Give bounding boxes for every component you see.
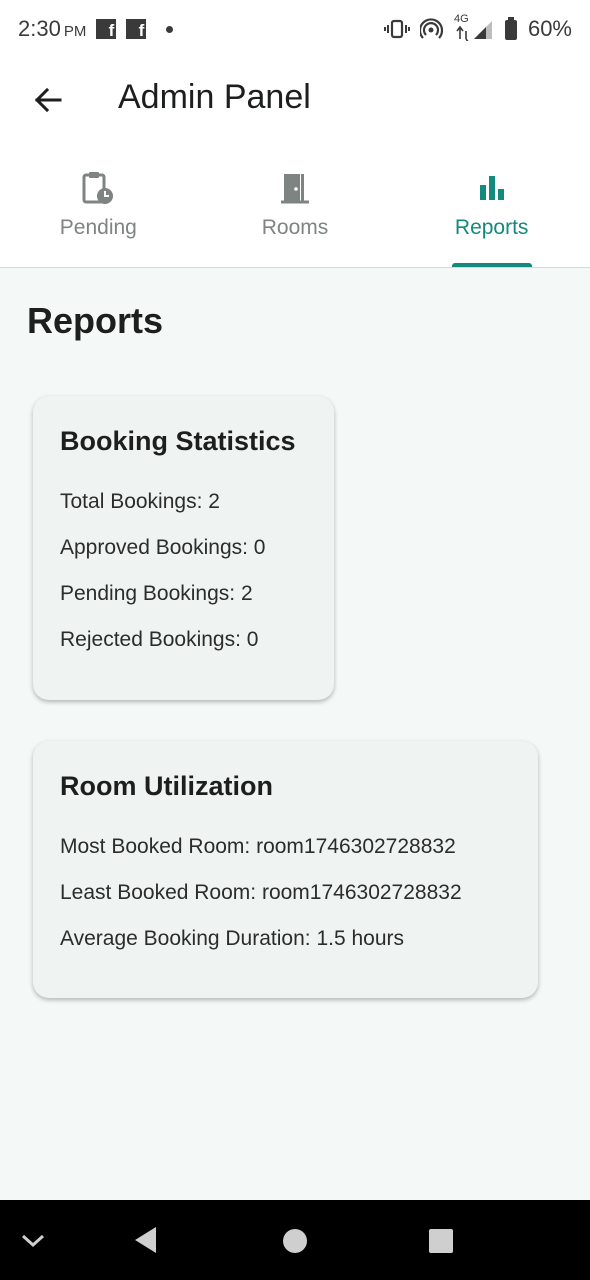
rejected-bookings: Rejected Bookings: 0 <box>60 628 259 651</box>
card-title: Room Utilization <box>60 771 273 801</box>
battery-icon <box>504 17 518 41</box>
system-navigation-bar <box>0 1200 590 1280</box>
status-time: 2:30 PM <box>18 16 86 42</box>
average-booking-duration: Average Booking Duration: 1.5 hours <box>60 927 404 950</box>
back-button[interactable] <box>28 80 68 120</box>
tab-rooms[interactable]: Rooms <box>197 142 394 267</box>
pending-bookings: Pending Bookings: 2 <box>60 582 253 605</box>
hotspot-icon <box>419 17 444 41</box>
nav-home-button[interactable] <box>278 1224 312 1258</box>
square-recents-icon <box>429 1229 453 1253</box>
arrow-left-icon <box>34 87 62 113</box>
door-icon <box>279 170 311 206</box>
total-bookings: Total Bookings: 2 <box>60 490 220 513</box>
most-booked-room: Most Booked Room: room1746302728832 <box>60 835 456 858</box>
chevron-down-icon <box>21 1234 45 1248</box>
vibrate-icon <box>383 18 410 40</box>
network-type: 4G <box>453 13 469 25</box>
nav-collapse-button[interactable] <box>18 1226 48 1256</box>
app-bar: Admin Panel <box>0 58 590 142</box>
room-utilization-card: Room Utilization Most Booked Room: room1… <box>33 741 538 998</box>
page-title: Reports <box>27 300 164 341</box>
tab-bar: Pending Rooms Reports <box>0 142 590 268</box>
tab-reports-label: Reports <box>454 216 529 239</box>
triangle-back-icon <box>135 1227 156 1253</box>
status-time-value: 2:30 <box>18 16 61 41</box>
status-ampm: PM <box>63 23 87 40</box>
approved-bookings: Approved Bookings: 0 <box>60 536 266 559</box>
facebook-notification-icon: f <box>96 19 117 39</box>
circle-home-icon <box>283 1229 307 1253</box>
booking-statistics-card: Booking Statistics Total Bookings: 2 App… <box>33 396 334 700</box>
tab-pending-label: Pending <box>59 216 137 239</box>
card-title: Booking Statistics <box>60 426 296 456</box>
clipboard-clock-icon <box>81 170 115 206</box>
signal-4g-icon: 4G <box>454 13 494 41</box>
least-booked-room: Least Booked Room: room1746302728832 <box>60 881 462 904</box>
nav-recents-button[interactable] <box>424 1224 458 1258</box>
bar-chart-icon <box>477 170 507 206</box>
tab-rooms-label: Rooms <box>261 216 329 239</box>
active-tab-indicator <box>451 263 532 267</box>
battery-percentage: 60% <box>527 16 572 41</box>
nav-back-button[interactable] <box>128 1220 164 1260</box>
more-notifications-dot-icon <box>166 25 174 33</box>
facebook-notification-icon: f <box>126 19 147 39</box>
status-bar: 2:30 PM f f 4G 60% <box>0 0 590 58</box>
reports-content: Reports Booking Statistics Total Booking… <box>0 268 590 1200</box>
tab-reports[interactable]: Reports <box>393 142 590 267</box>
app-title: Admin Panel <box>118 78 311 116</box>
tab-pending[interactable]: Pending <box>0 142 197 267</box>
